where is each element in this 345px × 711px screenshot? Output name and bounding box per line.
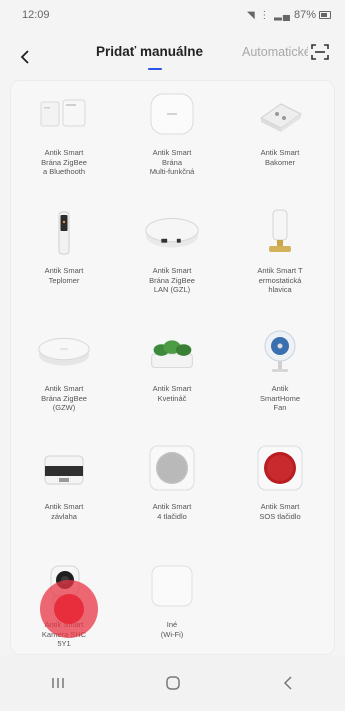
device-label: Antik Smart závlaha [44, 502, 84, 521]
tab-active-indicator [148, 68, 162, 70]
device-list: Antik Smart Brána ZigBee a Bluethooth An… [10, 80, 335, 655]
irrigation-icon [34, 444, 94, 494]
status-bar: 12:09 ◥ ⋮ ▂▄ 87% [0, 0, 345, 30]
device-item[interactable]: Antik Smart Bakomer [226, 84, 334, 202]
sos-button-icon [250, 444, 310, 494]
battery-icon [319, 11, 331, 19]
tab-add-manually[interactable]: Pridať manuálne [96, 44, 203, 59]
device-item[interactable]: Antik SmartHome Fan [226, 320, 334, 438]
device-label: Antik SmartHome Fan [259, 384, 300, 412]
gateway-bt-icon [34, 90, 94, 140]
screen: 12:09 ◥ ⋮ ▂▄ 87% Pridať manuálne Automat… [0, 0, 345, 711]
device-label: Antik Smart Brána ZigBee (GZW) [41, 384, 87, 412]
device-item[interactable]: Antik Smart Kvetináč [118, 320, 226, 438]
gateway-lan-icon [142, 208, 202, 258]
device-label: Antik Smart Kvetináč [152, 384, 192, 403]
device-label: Antik Smart 4 tlačidlo [152, 502, 192, 521]
device-label: Antik Smart Brána ZigBee LAN (GZL) [149, 266, 195, 294]
device-item[interactable]: Antik Smart T ermostatická hlavica [226, 202, 334, 320]
wifi-other-icon [142, 562, 202, 612]
planter-icon [142, 326, 202, 376]
battery-percent: 87% [293, 9, 316, 21]
header: Pridať manuálne Automatické [0, 30, 345, 84]
device-label: Antik Smart Teplomer [44, 266, 84, 285]
gateway-gzw-icon [34, 326, 94, 376]
status-icons: ◥ ⋮ ▂▄ 87% [247, 9, 331, 21]
tab-automatic[interactable]: Automatické [242, 45, 308, 59]
device-label: Antik Smart T ermostatická hlavica [257, 266, 303, 294]
home-button[interactable] [143, 663, 203, 703]
multi-gateway-icon [142, 90, 202, 140]
bakomer-icon [250, 90, 310, 140]
device-item[interactable]: Antik Smart závlaha [10, 438, 118, 556]
signal-icon: ◥ ⋮ ▂▄ [246, 9, 291, 21]
scan-icon[interactable] [310, 42, 330, 62]
thermostat-head-icon [250, 208, 310, 258]
device-item[interactable]: Antik Smart Teplomer [10, 202, 118, 320]
device-item[interactable]: Antik Smart Brána Multi-funkčná [118, 84, 226, 202]
back-nav-button[interactable] [258, 663, 318, 703]
system-nav-bar [0, 655, 345, 711]
chevron-left-icon [20, 50, 29, 64]
back-button[interactable] [10, 42, 40, 72]
device-item[interactable]: Antik Smart Brána ZigBee (GZW) [10, 320, 118, 438]
device-label: Iné (Wi-Fi) [160, 620, 184, 639]
four-button-icon [142, 444, 202, 494]
device-label: Antik Smart Brána Multi-funkčná [149, 148, 195, 176]
back-icon [283, 676, 292, 690]
recent-apps-icon [51, 678, 64, 688]
status-time: 12:09 [22, 9, 50, 21]
home-icon [165, 676, 180, 690]
recent-apps-button[interactable] [28, 663, 88, 703]
device-item[interactable]: Antik Smart Brána ZigBee LAN (GZL) [118, 202, 226, 320]
touch-indicator [40, 580, 98, 638]
device-item[interactable]: Antik Smart 4 tlačidlo [118, 438, 226, 556]
device-item[interactable]: Antik Smart Brána ZigBee a Bluethooth [10, 84, 118, 202]
device-item[interactable]: Antik Smart SOS tlačidlo [226, 438, 334, 556]
device-label: Antik Smart SOS tlačidlo [259, 502, 301, 521]
device-label: Antik Smart Brána ZigBee a Bluethooth [41, 148, 87, 176]
device-label: Antik Smart Bakomer [260, 148, 300, 167]
thermometer-icon [34, 208, 94, 258]
fan-icon [250, 326, 310, 376]
